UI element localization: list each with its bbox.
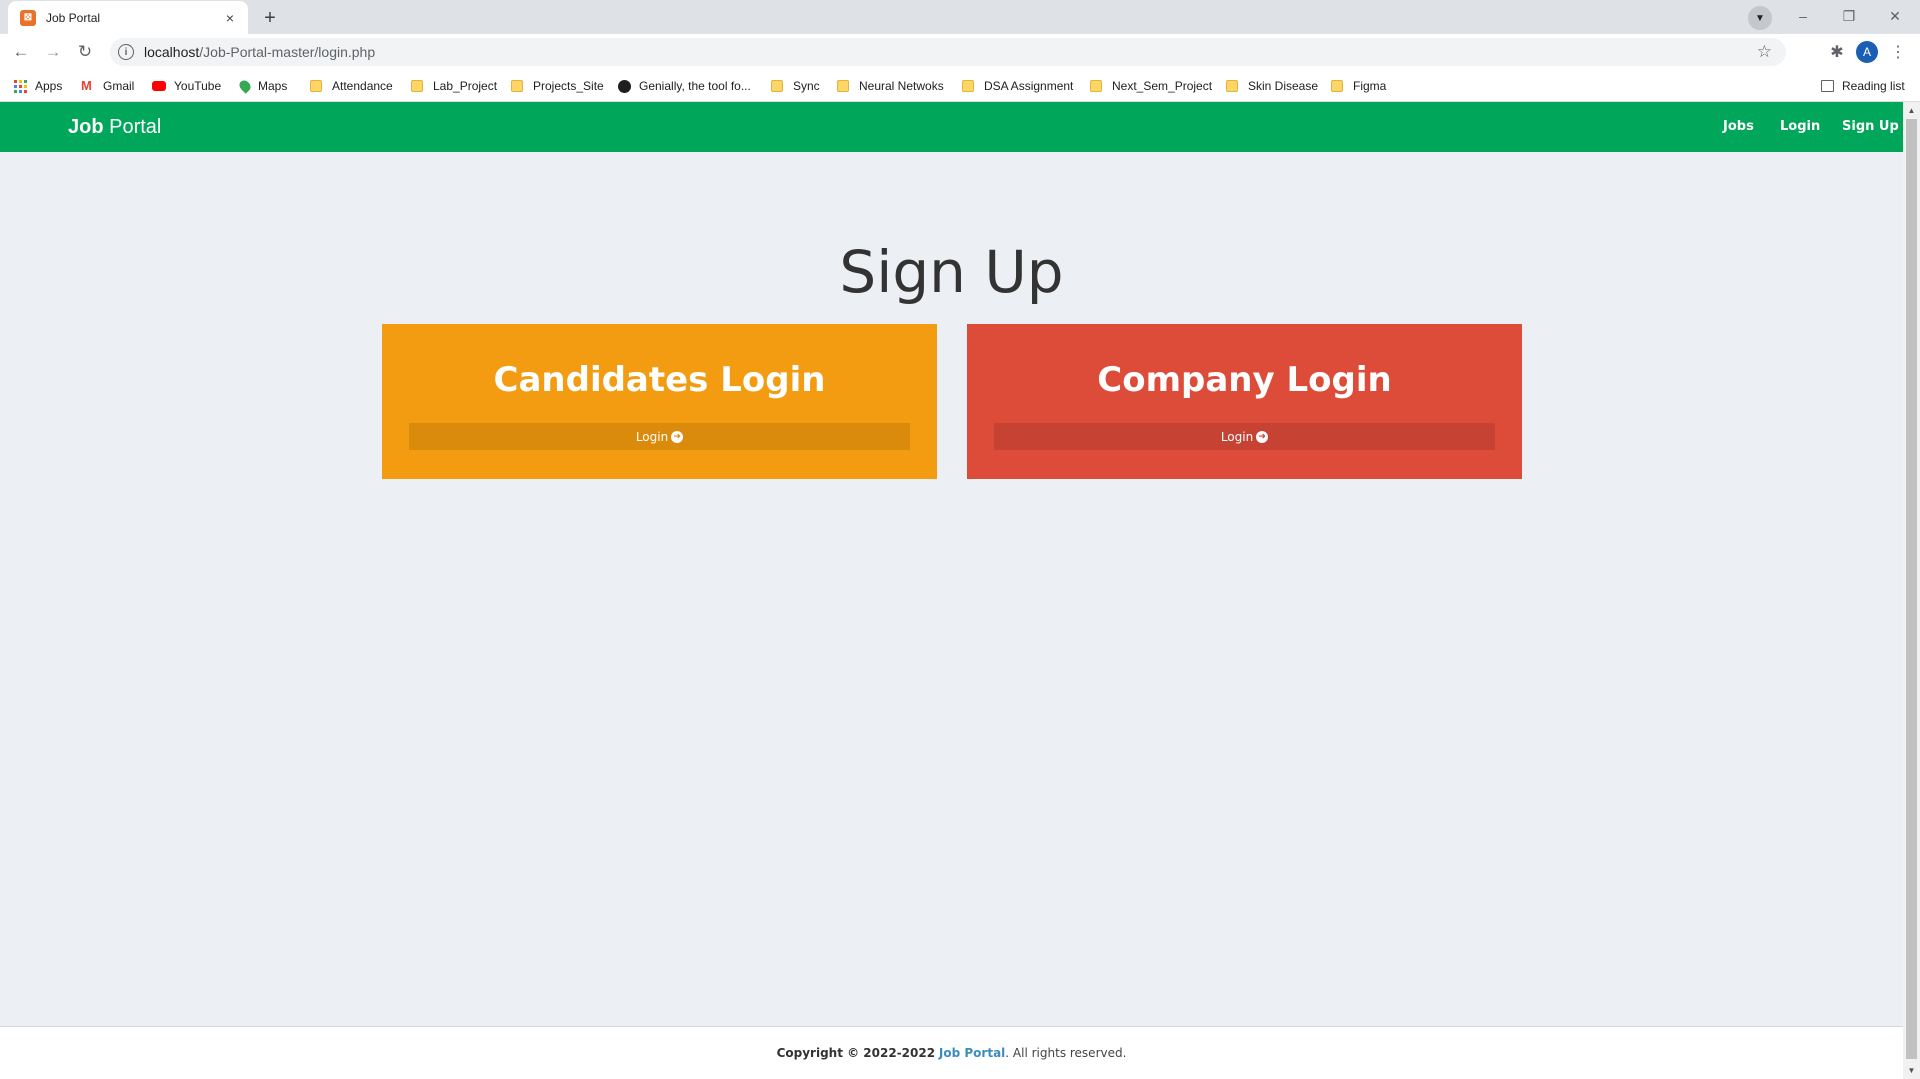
candidates-login-button-label: Login bbox=[635, 429, 669, 444]
company-login-button-label: Login bbox=[1220, 429, 1254, 444]
footer-copyright: Copyright © 2022-2022 bbox=[776, 1046, 936, 1060]
browser-toolbar: ← → ↻ i localhost/Job-Portal-master/logi… bbox=[0, 34, 1920, 70]
brand-bold: Job bbox=[68, 116, 104, 138]
company-login-title: Company Login bbox=[1097, 360, 1392, 400]
bookmark-star-icon[interactable]: ☆ bbox=[1757, 42, 1772, 62]
tab-search-icon[interactable]: ▼ bbox=[1748, 6, 1772, 30]
browser-tab[interactable]: ⊠ Job Portal × bbox=[8, 1, 248, 34]
favicon-icon: ⊠ bbox=[20, 9, 36, 26]
bookmark-skin-disease[interactable]: Skin Disease bbox=[1226, 70, 1318, 102]
company-login-button[interactable]: Login ➜ bbox=[994, 423, 1495, 450]
company-login-card: Company Login Login ➜ bbox=[967, 324, 1522, 479]
folder-icon bbox=[962, 80, 974, 92]
arrow-circle-right-icon: ➜ bbox=[671, 430, 684, 443]
maps-icon bbox=[237, 78, 253, 94]
genially-icon bbox=[618, 79, 631, 93]
page-scrollbar[interactable]: ▲ ▼ bbox=[1903, 102, 1920, 1079]
site-navbar: Job Portal Jobs Login Sign Up bbox=[0, 102, 1903, 152]
site-footer: Copyright © 2022-2022 Job Portal. All ri… bbox=[0, 1026, 1903, 1079]
folder-icon bbox=[771, 80, 783, 92]
bookmark-youtube[interactable]: YouTube bbox=[152, 70, 221, 102]
page-viewport: Job Portal Jobs Login Sign Up Sign Up Ca… bbox=[0, 102, 1903, 1079]
folder-icon bbox=[1331, 80, 1343, 92]
bookmark-genially[interactable]: Genially, the tool fo... bbox=[618, 70, 751, 102]
bookmark-sync[interactable]: Sync bbox=[771, 70, 820, 102]
bookmark-lab-project[interactable]: Lab_Project bbox=[411, 70, 497, 102]
browser-tab-bar: ⊠ Job Portal × + ▼ – ❐ ✕ bbox=[0, 0, 1920, 34]
arrow-circle-right-icon: ➜ bbox=[1256, 430, 1269, 443]
folder-icon bbox=[411, 80, 423, 92]
forward-icon[interactable]: → bbox=[40, 39, 66, 65]
url-host: localhost bbox=[144, 44, 200, 60]
bookmarks-bar: Apps M Gmail YouTube Maps Attendance Lab… bbox=[0, 70, 1920, 102]
footer-rights: . All rights reserved. bbox=[1005, 1046, 1127, 1060]
scroll-up-icon[interactable]: ▲ bbox=[1903, 102, 1920, 119]
folder-icon bbox=[310, 80, 322, 92]
tab-close-icon[interactable]: × bbox=[222, 10, 238, 26]
bookmark-figma[interactable]: Figma bbox=[1331, 70, 1386, 102]
bookmark-maps[interactable]: Maps bbox=[237, 70, 287, 102]
folder-icon bbox=[1090, 80, 1102, 92]
folder-icon bbox=[1226, 80, 1238, 92]
scroll-down-icon[interactable]: ▼ bbox=[1903, 1062, 1920, 1079]
restore-button[interactable]: ❐ bbox=[1826, 4, 1872, 28]
bookmark-gmail[interactable]: M Gmail bbox=[81, 70, 134, 102]
candidates-login-card: Candidates Login Login ➜ bbox=[382, 324, 937, 479]
reading-list-icon bbox=[1821, 80, 1834, 92]
tab-title: Job Portal bbox=[46, 10, 101, 25]
url-path: /Job-Portal-master/login.php bbox=[199, 44, 376, 60]
bookmark-dsa-assignment[interactable]: DSA Assignment bbox=[962, 70, 1073, 102]
nav-signup-link[interactable]: Sign Up bbox=[1842, 119, 1899, 134]
site-brand[interactable]: Job Portal bbox=[68, 116, 161, 139]
nav-login-link[interactable]: Login bbox=[1780, 119, 1820, 134]
close-window-button[interactable]: ✕ bbox=[1872, 4, 1918, 28]
bookmark-attendance[interactable]: Attendance bbox=[310, 70, 393, 102]
page-title: Sign Up bbox=[839, 238, 1064, 306]
apps-grid-icon bbox=[14, 79, 27, 93]
reload-icon[interactable]: ↻ bbox=[72, 39, 98, 65]
profile-avatar[interactable]: A bbox=[1856, 41, 1878, 63]
site-info-icon[interactable]: i bbox=[118, 44, 134, 60]
footer-brand-link[interactable]: Job Portal bbox=[939, 1046, 1005, 1060]
bookmark-projects-site[interactable]: Projects_Site bbox=[511, 70, 604, 102]
address-bar[interactable]: i localhost/Job-Portal-master/login.php … bbox=[110, 38, 1786, 66]
scroll-thumb[interactable] bbox=[1906, 119, 1917, 1059]
candidates-login-button[interactable]: Login ➜ bbox=[409, 423, 910, 450]
back-icon[interactable]: ← bbox=[8, 39, 34, 65]
folder-icon bbox=[837, 80, 849, 92]
youtube-icon bbox=[152, 81, 166, 91]
bookmark-apps[interactable]: Apps bbox=[14, 70, 62, 102]
folder-icon bbox=[511, 80, 523, 92]
new-tab-button[interactable]: + bbox=[256, 4, 284, 32]
bookmark-neural-networks[interactable]: Neural Netwoks bbox=[837, 70, 944, 102]
browser-menu-icon[interactable]: ⋮ bbox=[1888, 39, 1908, 65]
extensions-icon[interactable]: ✱ bbox=[1824, 39, 1850, 65]
reading-list[interactable]: Reading list bbox=[1821, 70, 1905, 102]
minimize-button[interactable]: – bbox=[1780, 4, 1826, 28]
nav-jobs-link[interactable]: Jobs bbox=[1723, 119, 1754, 134]
bookmark-next-sem-project[interactable]: Next_Sem_Project bbox=[1090, 70, 1212, 102]
brand-rest: Portal bbox=[103, 116, 162, 138]
gmail-icon: M bbox=[81, 78, 92, 93]
candidates-login-title: Candidates Login bbox=[493, 360, 826, 400]
